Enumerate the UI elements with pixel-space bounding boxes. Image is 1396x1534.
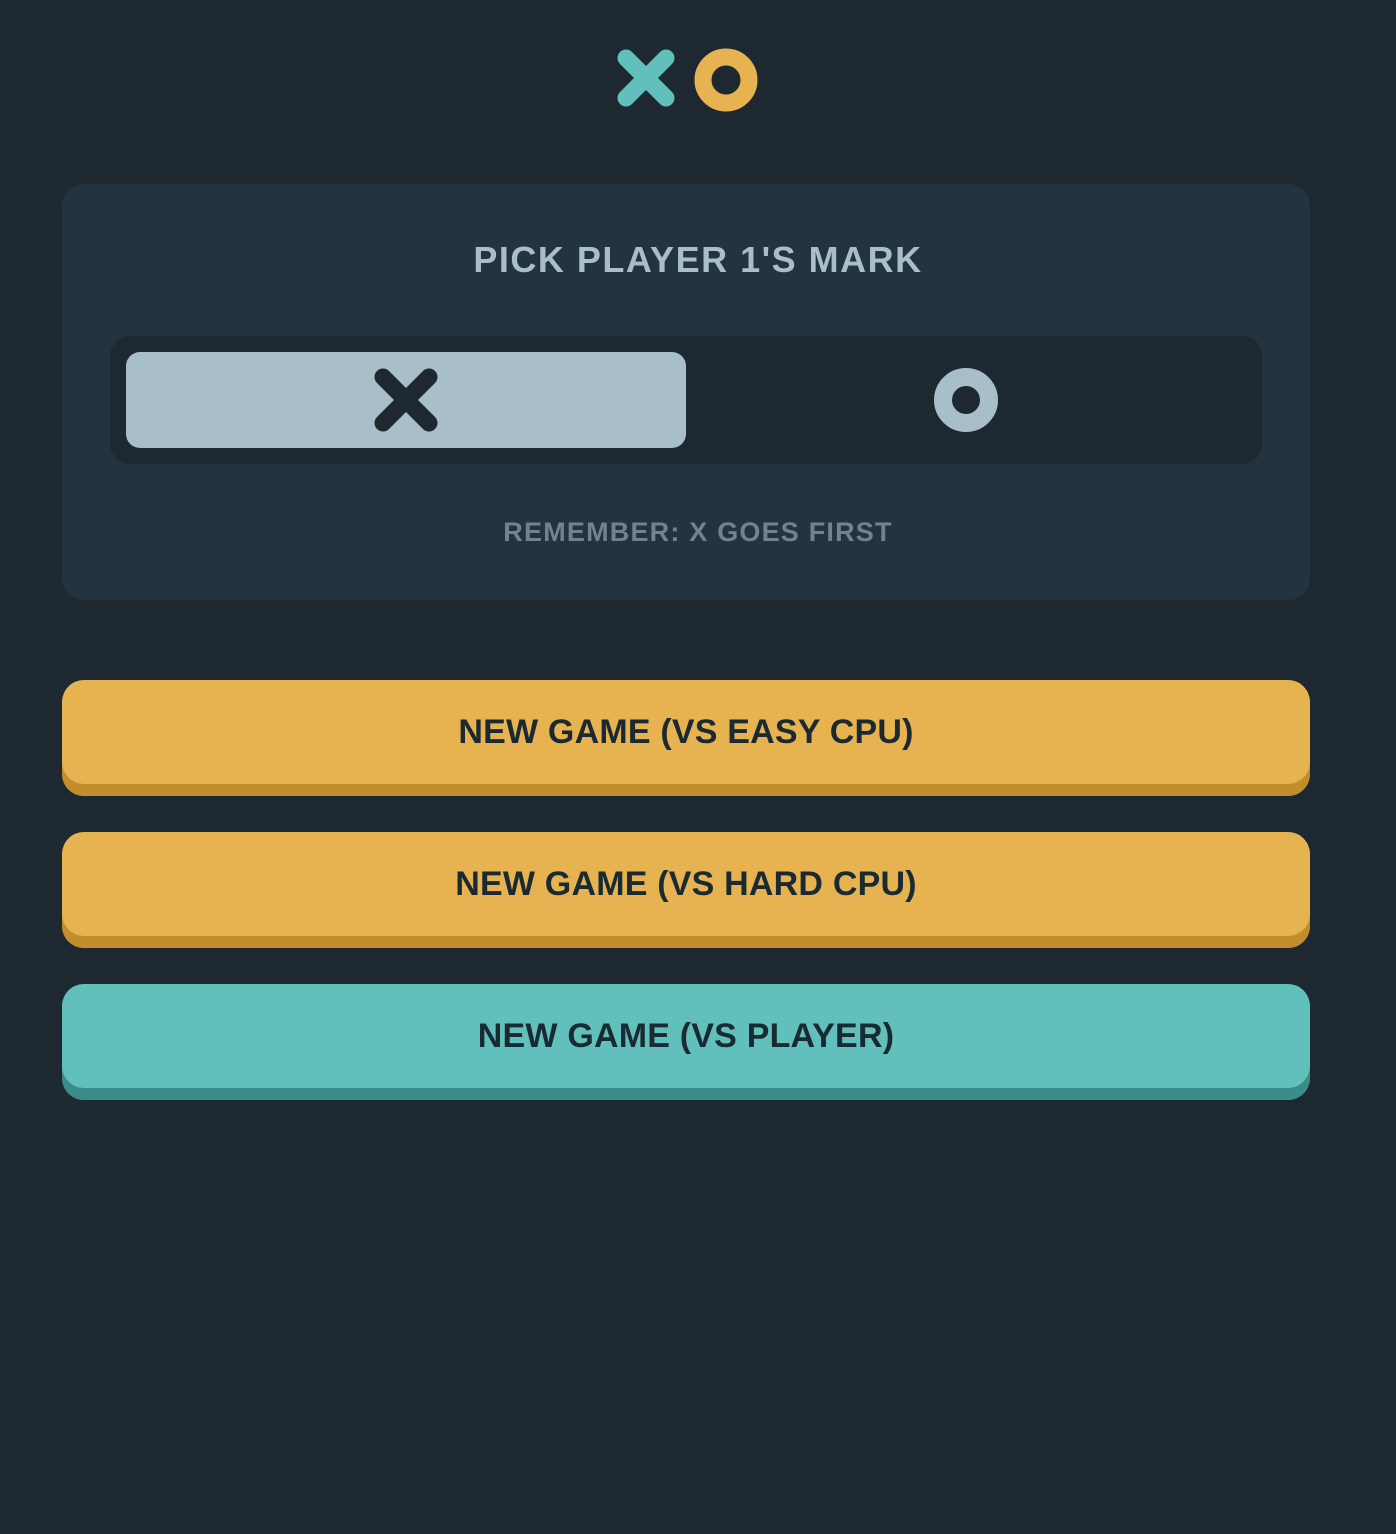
game-menu: PICK PLAYER 1'S MARK REMEMBER: X GOES FI… (0, 0, 1396, 1534)
o-mark-icon (934, 368, 998, 432)
new-game-hard-cpu-button[interactable]: NEW GAME (VS HARD CPU) (62, 832, 1310, 948)
new-game-vs-player-button[interactable]: NEW GAME (VS PLAYER) (62, 984, 1310, 1100)
x-mark-icon (374, 368, 438, 432)
hint-text: REMEMBER: X GOES FIRST (503, 517, 893, 547)
select-x-button[interactable] (126, 352, 686, 448)
new-game-easy-cpu-button[interactable]: NEW GAME (VS EASY CPU) (62, 680, 1310, 796)
panel-title: PICK PLAYER 1'S MARK (473, 239, 923, 280)
x-mark-icon (617, 49, 675, 107)
logo (612, 46, 760, 114)
o-mark-icon (694, 48, 758, 112)
select-o-button[interactable] (686, 352, 1246, 448)
logo-graphic (617, 48, 758, 112)
